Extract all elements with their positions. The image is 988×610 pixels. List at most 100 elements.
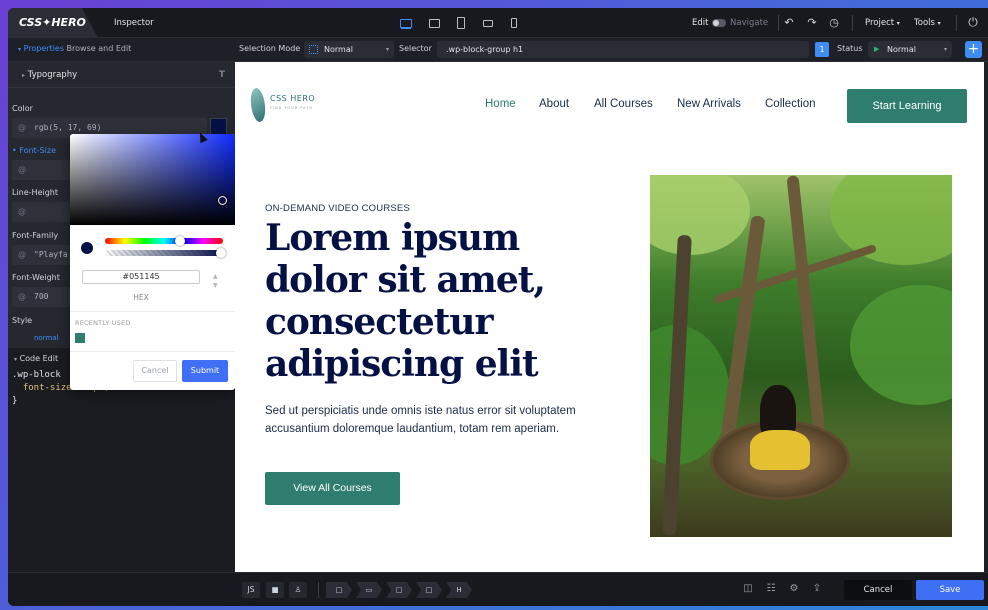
caret-right-icon: ▸	[22, 72, 26, 79]
status-select[interactable]: ▶ Normal ▾	[868, 41, 952, 58]
alpha-slider-handle[interactable]	[216, 248, 226, 258]
gear-icon[interactable]: ⚙	[788, 583, 800, 595]
add-rule-button[interactable]: +	[965, 41, 982, 58]
site-logo[interactable]: CSS HERO FIND YOUR PATH	[247, 84, 341, 124]
recently-used-label: RECENTLY USED	[75, 319, 131, 327]
nav-all-courses[interactable]: All Courses	[594, 98, 653, 110]
phone-landscape-view-icon[interactable]	[482, 17, 494, 29]
tools-menu[interactable]: Tools ▾	[914, 8, 941, 39]
js-button[interactable]: JS	[242, 582, 260, 598]
edit-navigate-toggle[interactable]	[712, 19, 726, 27]
brand-name: CSS HERO	[270, 94, 316, 103]
selection-mode-label: Selection Mode	[239, 44, 301, 53]
font-weight-field[interactable]: @ 700	[12, 287, 70, 307]
divider	[70, 351, 235, 352]
divider	[70, 311, 235, 312]
breadcrumb-h1[interactable]: H	[446, 582, 472, 598]
chevron-down-icon: ▼	[213, 282, 218, 289]
selection-mode-select[interactable]: Normal ▾	[304, 41, 394, 58]
breadcrumb-item[interactable]: ▭	[356, 582, 382, 598]
tablet-view-icon[interactable]	[455, 17, 467, 29]
hue-slider-handle[interactable]	[175, 236, 185, 246]
hue-slider[interactable]	[105, 238, 223, 244]
breadcrumb-item[interactable]: □	[416, 582, 442, 598]
selector-label: Selector	[399, 44, 432, 53]
saturation-value-area[interactable]	[70, 134, 235, 225]
view-all-courses-button[interactable]: View All Courses	[265, 472, 400, 505]
hero-headline[interactable]: Lorem ipsum dolor sit amet, consectetur …	[265, 217, 575, 385]
alpha-slider[interactable]	[105, 250, 223, 256]
status-label: Status	[837, 44, 863, 53]
video-icon[interactable]: ■	[266, 582, 284, 598]
font-family-value: "Playfa	[34, 250, 68, 259]
format-toggle[interactable]: ▲ ▼	[213, 274, 218, 289]
nav-about[interactable]: About	[539, 98, 569, 110]
css-hero-editor: CSS✦HERO Inspector Edit Navigate ↶ ↷ ◷ P…	[8, 8, 988, 606]
layout-icon[interactable]: ◫	[742, 583, 754, 595]
properties-row[interactable]: ▾ Properties Browse and Edit	[18, 38, 131, 61]
hex-format-label: HEX	[133, 293, 149, 302]
font-family-field[interactable]: @ "Playfa	[12, 245, 70, 265]
code-editor-title: Code Edit	[19, 354, 59, 363]
history-icon[interactable]: ◷	[827, 16, 841, 30]
site-preview: CSS HERO FIND YOUR PATH Home About All C…	[235, 62, 984, 572]
breadcrumb-root[interactable]: □	[326, 582, 352, 598]
selector-input[interactable]: .wp-block-group h1	[437, 41, 809, 58]
brand-tagline: FIND YOUR PATH	[270, 106, 314, 110]
hex-input[interactable]: #051145	[82, 270, 200, 284]
chevron-down-icon: ▾	[943, 46, 947, 53]
tab-inspector[interactable]: Inspector	[114, 8, 154, 38]
recent-color-swatch[interactable]	[75, 333, 85, 343]
typography-section-header[interactable]: ▸ Typography T	[8, 62, 235, 88]
caret-down-icon: ▾	[18, 46, 22, 53]
save-button[interactable]: Save	[916, 580, 984, 600]
app-logo: CSS✦HERO	[8, 8, 86, 38]
selection-mode-value: Normal	[324, 45, 353, 54]
selection-mode-icon	[309, 45, 318, 54]
project-menu[interactable]: Project ▾	[865, 8, 900, 39]
picker-cancel-button[interactable]: Cancel	[133, 360, 177, 382]
phone-view-icon[interactable]	[508, 17, 520, 29]
status-value: Normal	[887, 45, 916, 54]
line-height-label: Line-Height	[12, 188, 59, 197]
style-label: Style	[12, 316, 33, 325]
style-value[interactable]: normal	[34, 334, 59, 342]
tools-menu-label: Tools	[914, 18, 935, 28]
color-swatch[interactable]	[210, 118, 227, 135]
at-icon: @	[18, 123, 26, 132]
start-learning-button[interactable]: Start Learning	[847, 89, 967, 123]
chevron-down-icon: ▾	[896, 20, 900, 27]
chevron-down-icon: ▾	[385, 46, 389, 53]
play-icon: ▶	[874, 45, 880, 53]
project-menu-label: Project	[865, 18, 895, 28]
bottom-toolbar: JS ■ ♙ □ ▭ □ □ H ◫ ☷ ⚙ ⇪ Cancel Save	[8, 572, 988, 606]
export-icon[interactable]: ⇪	[811, 583, 823, 595]
laptop-view-icon[interactable]	[428, 17, 440, 29]
typography-title: Typography	[27, 70, 78, 80]
properties-link[interactable]: Properties	[24, 44, 64, 53]
caret-down-icon: ▾	[14, 356, 18, 363]
accessibility-icon[interactable]: ♙	[289, 582, 307, 598]
hero-paragraph: Sed ut perspiciatis unde omnis iste natu…	[265, 405, 576, 435]
edit-mode-label: Edit	[692, 18, 709, 28]
color-label: Color	[12, 104, 33, 113]
line-height-field[interactable]: @	[12, 202, 70, 222]
nav-new-arrivals[interactable]: New Arrivals	[677, 98, 741, 110]
text-icon: T	[218, 70, 225, 80]
color-picker-popover: #051145 ▲ ▼ HEX RECENTLY USED Cancel Subm…	[70, 134, 235, 390]
redo-icon[interactable]: ↷	[805, 16, 819, 30]
cancel-button[interactable]: Cancel	[844, 580, 912, 600]
breadcrumb-item[interactable]: □	[386, 582, 412, 598]
nav-collection[interactable]: Collection	[765, 98, 816, 110]
nav-home[interactable]: Home	[485, 98, 516, 110]
code-line: }	[12, 396, 18, 406]
picker-submit-button[interactable]: Submit	[182, 360, 228, 382]
saturation-cursor[interactable]	[218, 196, 227, 205]
sitemap-icon[interactable]: ☷	[765, 583, 777, 595]
font-size-field[interactable]: @	[12, 160, 70, 180]
power-icon[interactable]: ⏻	[966, 15, 980, 29]
undo-icon[interactable]: ↶	[782, 16, 796, 30]
navigate-mode-label: Navigate	[730, 18, 769, 28]
color-preview	[81, 242, 93, 254]
desktop-view-icon[interactable]	[400, 17, 412, 29]
